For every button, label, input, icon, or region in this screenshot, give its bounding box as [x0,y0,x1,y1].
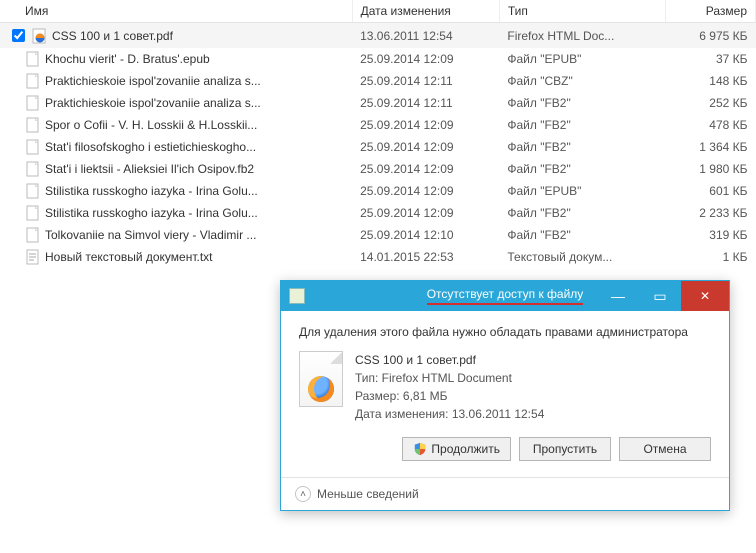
table-row[interactable]: Stat'i i liektsii - Alieksiei Il'ich Osi… [0,158,756,180]
column-size[interactable]: Размер [666,0,756,23]
file-type: Firefox HTML Doc... [499,23,665,49]
file-date: 25.09.2014 12:10 [352,224,499,246]
maximize-button[interactable]: ▭ [639,281,681,311]
continue-button[interactable]: Продолжить [402,437,511,461]
file-type: Файл "FB2" [499,92,665,114]
dialog-file-size: Размер: 6,81 МБ [355,387,544,405]
file-date: 25.09.2014 12:09 [352,202,499,224]
column-header-row: Имя Дата изменения Тип Размер [0,0,756,23]
file-name: Praktichieskoie ispol'zovaniie analiza s… [45,74,261,88]
minimize-button[interactable]: — [597,281,639,311]
file-name: Новый текстовый документ.txt [45,250,213,264]
file-icon [25,51,41,67]
file-name: Tolkovaniie na Simvol viery - Vladimir .… [45,228,256,242]
column-name[interactable]: Имя [0,0,352,23]
chevron-up-icon: ˄ [295,486,311,502]
file-name: Stat'i i liektsii - Alieksiei Il'ich Osi… [45,162,254,176]
file-name: Spor o Cofii - V. H. Losskii & H.Losskii… [45,118,257,132]
file-date: 25.09.2014 12:11 [352,92,499,114]
file-name: Stilistika russkogho iazyka - Irina Golu… [45,206,258,220]
table-row[interactable]: Praktichieskoie ispol'zovaniie analiza s… [0,70,756,92]
file-icon [25,73,41,89]
file-size: 1 980 КБ [666,158,756,180]
table-row[interactable]: Tolkovaniie na Simvol viery - Vladimir .… [0,224,756,246]
dialog-file-info: CSS 100 и 1 совет.pdf Тип: Firefox HTML … [299,351,711,423]
access-denied-dialog: Отсутствует доступ к файлу — ▭ ✕ Для уда… [280,280,730,511]
dialog-message: Для удаления этого файла нужно обладать … [299,325,711,339]
dialog-file-date: Дата изменения: 13.06.2011 12:54 [355,405,544,423]
file-size: 319 КБ [666,224,756,246]
file-name: CSS 100 и 1 совет.pdf [52,29,173,43]
dialog-details-toggle[interactable]: ˄ Меньше сведений [281,477,729,510]
file-size: 1 КБ [666,246,756,268]
file-icon [32,28,48,44]
file-size: 2 233 КБ [666,202,756,224]
file-size: 601 КБ [666,180,756,202]
column-date[interactable]: Дата изменения [352,0,499,23]
file-size: 1 364 КБ [666,136,756,158]
skip-button[interactable]: Пропустить [519,437,611,461]
file-type: Файл "EPUB" [499,48,665,70]
file-icon [25,161,41,177]
row-checkbox[interactable] [12,29,25,42]
file-date: 25.09.2014 12:09 [352,114,499,136]
file-icon [25,205,41,221]
file-size: 148 КБ [666,70,756,92]
file-type: Файл "FB2" [499,224,665,246]
dialog-file-type: Тип: Firefox HTML Document [355,369,544,387]
file-date: 14.01.2015 22:53 [352,246,499,268]
file-type: Файл "CBZ" [499,70,665,92]
column-type[interactable]: Тип [499,0,665,23]
table-row[interactable]: CSS 100 и 1 совет.pdf 13.06.2011 12:54Fir… [0,23,756,49]
file-size: 37 КБ [666,48,756,70]
table-row[interactable]: Spor o Cofii - V. H. Losskii & H.Losskii… [0,114,756,136]
file-icon [25,249,41,265]
file-type: Файл "EPUB" [499,180,665,202]
file-date: 25.09.2014 12:09 [352,158,499,180]
file-icon [25,139,41,155]
dialog-file-name: CSS 100 и 1 совет.pdf [355,351,544,369]
file-icon [25,227,41,243]
file-icon [25,95,41,111]
table-row[interactable]: Stat'i filosofskogho i estietichieskogho… [0,136,756,158]
file-date: 25.09.2014 12:09 [352,180,499,202]
file-name: Stilistika russkogho iazyka - Irina Golu… [45,184,258,198]
file-name: Stat'i filosofskogho i estietichieskogho… [45,140,256,154]
file-type: Файл "FB2" [499,158,665,180]
file-size: 252 КБ [666,92,756,114]
file-date: 25.09.2014 12:11 [352,70,499,92]
file-list: Имя Дата изменения Тип Размер CSS 100 и … [0,0,756,268]
file-icon [25,183,41,199]
file-date: 25.09.2014 12:09 [352,136,499,158]
cancel-button[interactable]: Отмена [619,437,711,461]
file-date: 25.09.2014 12:09 [352,48,499,70]
file-size: 6 975 КБ [666,23,756,49]
table-row[interactable]: Khochu vierit' - D. Bratus'.epub 25.09.20… [0,48,756,70]
file-type: Файл "FB2" [499,136,665,158]
file-type: Файл "FB2" [499,114,665,136]
file-type: Текстовый докум... [499,246,665,268]
firefox-file-icon [299,351,343,407]
dialog-titlebar[interactable]: Отсутствует доступ к файлу — ▭ ✕ [281,281,729,311]
close-button[interactable]: ✕ [681,281,729,311]
file-size: 478 КБ [666,114,756,136]
uac-shield-icon [413,442,427,456]
file-type: Файл "FB2" [499,202,665,224]
table-row[interactable]: Stilistika russkogho iazyka - Irina Golu… [0,180,756,202]
app-icon [289,288,305,304]
table-row[interactable]: Stilistika russkogho iazyka - Irina Golu… [0,202,756,224]
file-name: Praktichieskoie ispol'zovaniie analiza s… [45,96,261,110]
file-name: Khochu vierit' - D. Bratus'.epub [45,52,210,66]
table-row[interactable]: Praktichieskoie ispol'zovaniie analiza s… [0,92,756,114]
table-row[interactable]: Новый текстовый документ.txt 14.01.2015 2… [0,246,756,268]
file-date: 13.06.2011 12:54 [352,23,499,49]
file-icon [25,117,41,133]
